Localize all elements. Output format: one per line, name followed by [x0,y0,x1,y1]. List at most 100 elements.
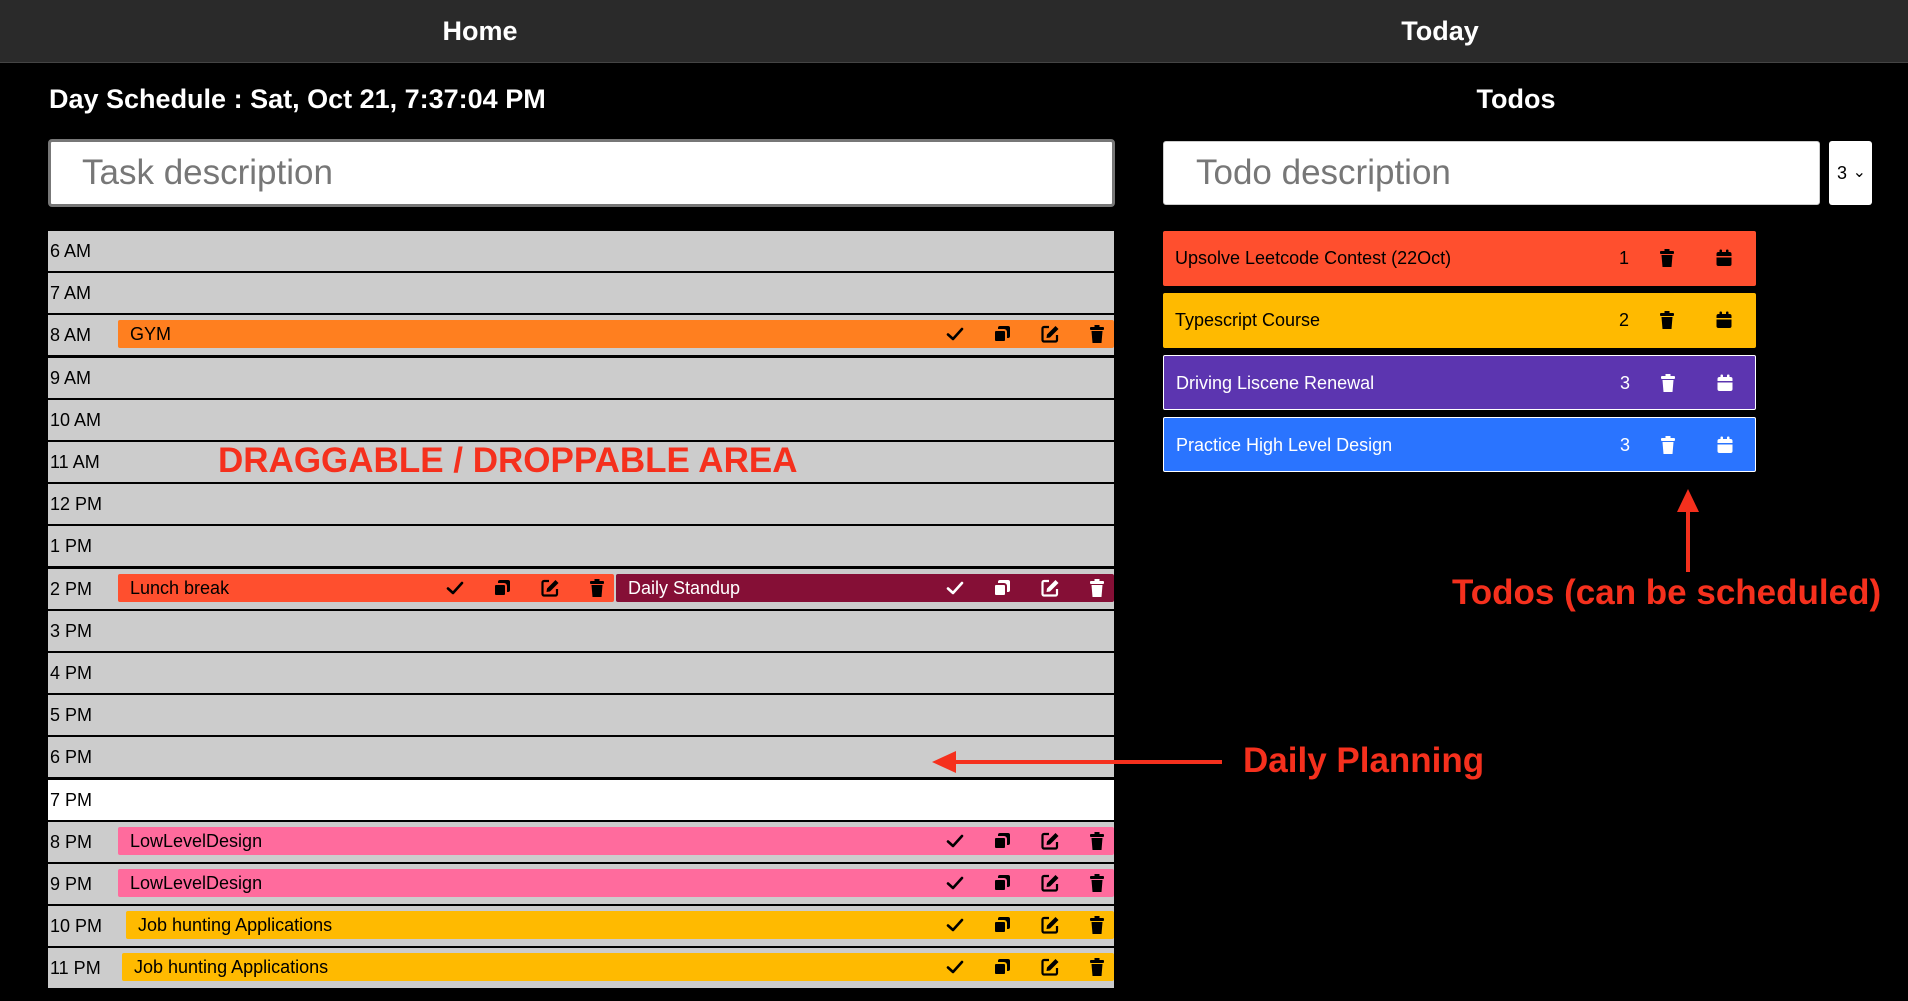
hour-label: 9 PM [50,874,93,894]
todos-title: Todos [1476,84,1556,114]
daily-planning-annotation: Daily Planning [1243,741,1485,780]
task-label: GYM [130,324,172,344]
nav-today-link[interactable]: Today [1340,0,1540,63]
delete-task-button[interactable] [1087,915,1107,935]
edit-icon [1041,579,1059,597]
complete-task-button[interactable] [945,831,965,851]
hour-slot[interactable]: 8 PM LowLevelDesign [48,822,1114,862]
duplicate-task-button[interactable] [992,324,1012,344]
edit-task-button[interactable] [1040,831,1060,851]
complete-task-button[interactable] [945,578,965,598]
hour-label: 7 AM [50,283,92,303]
schedule-todo-button[interactable] [1714,248,1734,268]
trash-icon [1660,311,1674,329]
edit-icon [1041,874,1059,892]
todo-item[interactable]: Practice High Level Design 3 [1163,417,1756,472]
scheduled-task[interactable]: Daily Standup [616,574,1114,602]
delete-todo-button[interactable] [1658,435,1678,455]
duplicate-task-button[interactable] [992,831,1012,851]
hour-label: 8 PM [50,832,93,852]
delete-task-button[interactable] [1087,873,1107,893]
edit-task-button[interactable] [1040,915,1060,935]
todo-item[interactable]: Driving Liscene Renewal 3 [1163,355,1756,410]
hour-slot[interactable]: 6 AM [48,231,1114,271]
todo-description-input[interactable] [1163,141,1820,205]
hour-slot[interactable]: 6 PM [48,737,1114,777]
hour-label: 4 PM [50,663,93,683]
hour-slot[interactable]: 10 PM Job hunting Applications [48,906,1114,946]
edit-task-button[interactable] [1040,873,1060,893]
task-label: Lunch break [130,578,230,598]
check-icon [446,581,464,595]
calendar-icon [1716,249,1732,266]
priority-select-value: 3 [1837,163,1848,183]
hour-slot[interactable]: 9 PM LowLevelDesign [48,864,1114,904]
drag-area-annotation: DRAGGABLE / DROPPABLE AREA [218,441,798,480]
task-label: Job hunting Applications [138,915,333,935]
hour-slot[interactable]: 9 AM [48,358,1114,398]
complete-task-button[interactable] [945,915,965,935]
hour-label: 8 AM [50,325,92,345]
todo-item[interactable]: Upsolve Leetcode Contest (22Oct) 1 [1163,231,1756,286]
hour-label: 11 AM [50,452,100,472]
check-icon [946,876,964,890]
complete-task-button[interactable] [945,873,965,893]
check-icon [946,327,964,341]
hour-slot[interactable]: 3 PM [48,611,1114,651]
task-description-input[interactable] [48,139,1115,207]
duplicate-task-button[interactable] [492,578,512,598]
edit-task-button[interactable] [1040,578,1060,598]
delete-todo-button[interactable] [1657,248,1677,268]
hour-slot[interactable]: 8 AM GYM [48,315,1114,355]
trash-icon [1090,832,1104,850]
complete-task-button[interactable] [945,957,965,977]
priority-select[interactable]: 3 ⌄ [1829,141,1872,205]
edit-icon [1041,916,1059,934]
delete-task-button[interactable] [1087,578,1107,598]
edit-task-button[interactable] [1040,957,1060,977]
trash-icon [1661,374,1675,392]
complete-task-button[interactable] [945,324,965,344]
scheduled-task[interactable]: LowLevelDesign [118,869,1114,897]
schedule-todo-button[interactable] [1715,435,1735,455]
hour-slot[interactable]: 1 PM [48,526,1114,566]
scheduled-task[interactable]: Job hunting Applications [126,911,1114,939]
scheduled-task[interactable]: Lunch break [118,574,614,602]
schedule-todo-button[interactable] [1714,310,1734,330]
hour-slot[interactable]: 2 PM Lunch break Daily Standup [48,569,1114,609]
delete-task-button[interactable] [1087,831,1107,851]
task-label: Job hunting Applications [134,957,329,977]
trash-icon [1090,579,1104,597]
schedule-todo-button[interactable] [1715,373,1735,393]
duplicate-task-button[interactable] [992,915,1012,935]
delete-task-button[interactable] [587,578,607,598]
edit-task-button[interactable] [540,578,560,598]
edit-task-button[interactable] [1040,324,1060,344]
scheduled-task[interactable]: LowLevelDesign [118,827,1114,855]
hour-label: 10 PM [50,916,103,936]
check-icon [946,581,964,595]
hour-slot[interactable]: 4 PM [48,653,1114,693]
delete-todo-button[interactable] [1658,373,1678,393]
hour-slot[interactable]: 7 PM [48,780,1114,820]
hour-slot[interactable]: 12 PM [48,484,1114,524]
delete-todo-button[interactable] [1657,310,1677,330]
duplicate-task-button[interactable] [992,578,1012,598]
hour-slot[interactable]: 10 AM [48,400,1114,440]
trash-icon [1090,325,1104,343]
complete-task-button[interactable] [445,578,465,598]
arrow-up-icon [1677,489,1699,572]
nav-home-link[interactable]: Home [380,0,580,63]
scheduled-task[interactable]: Job hunting Applications [122,953,1114,981]
delete-task-button[interactable] [1087,324,1107,344]
hour-label: 2 PM [50,579,93,599]
todo-item[interactable]: Typescript Course 2 [1163,293,1756,348]
duplicate-task-button[interactable] [992,873,1012,893]
hour-slot[interactable]: 7 AM [48,273,1114,313]
duplicate-task-button[interactable] [992,957,1012,977]
hour-slot[interactable]: 11 PM Job hunting Applications [48,948,1114,988]
scheduled-task[interactable]: GYM [118,320,1114,348]
hour-slot[interactable]: 5 PM [48,695,1114,735]
delete-task-button[interactable] [1087,957,1107,977]
hour-label: 1 PM [50,536,93,556]
